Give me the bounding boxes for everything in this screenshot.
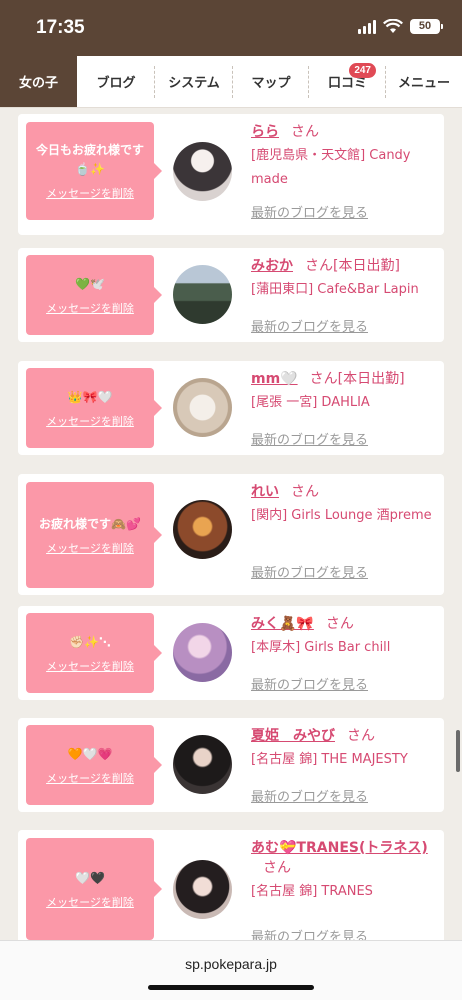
tab-menu[interactable]: メニュー — [386, 56, 462, 107]
girl-name-link[interactable]: みく🧸🎀 — [251, 616, 314, 632]
girl-info: あむ💝TRANES(トラネス) さん [名古屋 錦] TRANES — [251, 838, 439, 904]
list-item: 🤍🖤 メッセージを削除 あむ💝TRANES(トラネス) さん [名古屋 錦] TR… — [18, 830, 444, 940]
honorific: さん — [347, 728, 375, 744]
girl-name-link[interactable]: みおか — [251, 258, 293, 274]
work-status: [本日出勤] — [333, 258, 400, 274]
list-item: 💚🕊️ メッセージを削除 みおか さん[本日出勤] [蒲田東口] Cafe&Bar… — [18, 248, 444, 342]
shop-name: [鹿児島県・天文館] Candy made — [251, 148, 411, 187]
avatar[interactable] — [173, 265, 232, 324]
avatar[interactable] — [173, 735, 232, 794]
avatar[interactable] — [173, 142, 232, 201]
message-text: 💚🕊️ — [75, 276, 105, 291]
signal-icon — [358, 19, 376, 34]
list-item: 🧡🤍💗 メッセージを削除 夏姫 みやび さん [名古屋 錦] THE MAJEST… — [18, 718, 444, 812]
girl-info: みおか さん[本日出勤] [蒲田東口] Cafe&Bar Lapin — [251, 256, 439, 302]
latest-blog-link[interactable]: 最新のブログを見る — [251, 429, 368, 448]
work-status: [本日出勤] — [337, 371, 405, 387]
delete-message-link[interactable]: メッセージを削除 — [46, 185, 134, 201]
latest-blog-link[interactable]: 最新のブログを見る — [251, 202, 368, 221]
delete-message-link[interactable]: メッセージを削除 — [46, 894, 134, 910]
avatar[interactable] — [173, 500, 232, 559]
honorific: さん — [263, 860, 291, 876]
tab-system[interactable]: システム — [155, 56, 233, 107]
battery-icon: 50 — [410, 19, 443, 34]
url-text: sp.pokepara.jp — [185, 956, 277, 972]
nav-tabs: 女の子 ブログ システム マップ 口コミ 247 メニュー — [0, 56, 462, 108]
girl-name-link[interactable]: mm🤍 — [251, 371, 298, 387]
message-text: 👑🎀🤍 — [67, 389, 113, 404]
wifi-icon — [383, 19, 403, 33]
tab-girls[interactable]: 女の子 — [0, 56, 77, 107]
shop-name: [関内] Girls Lounge 酒preme — [251, 508, 432, 523]
honorific: さん — [305, 258, 333, 274]
avatar[interactable] — [173, 378, 232, 437]
latest-blog-link[interactable]: 最新のブログを見る — [251, 926, 368, 940]
shop-name: [名古屋 錦] TRANES — [251, 884, 373, 899]
message-bubble: 👑🎀🤍 メッセージを削除 — [26, 368, 162, 448]
honorific: さん — [309, 371, 338, 387]
latest-blog-link[interactable]: 最新のブログを見る — [251, 674, 368, 693]
avatar[interactable] — [173, 623, 232, 682]
reviews-count-badge: 247 — [349, 63, 376, 78]
girl-name-link[interactable]: れい — [251, 484, 279, 500]
girl-info: らら さん [鹿児島県・天文館] Candy made — [251, 122, 439, 192]
delete-message-link[interactable]: メッセージを削除 — [46, 540, 134, 556]
girl-name-link[interactable]: らら — [251, 124, 279, 140]
girl-name-link[interactable]: 夏姫 みやび — [251, 728, 335, 744]
latest-blog-link[interactable]: 最新のブログを見る — [251, 562, 368, 581]
delete-message-link[interactable]: メッセージを削除 — [46, 413, 134, 429]
delete-message-link[interactable]: メッセージを削除 — [46, 770, 134, 786]
girl-info: れい さん [関内] Girls Lounge 酒preme — [251, 482, 439, 528]
girl-list[interactable]: 今日もお疲れ様です🍵✨ メッセージを削除 らら さん [鹿児島県・天文館] Can… — [0, 108, 462, 940]
tab-label: マップ — [251, 76, 291, 91]
tab-label: メニュー — [397, 76, 450, 91]
tab-reviews[interactable]: 口コミ 247 — [309, 56, 386, 107]
message-bubble: 🧡🤍💗 メッセージを削除 — [26, 725, 162, 805]
list-item: 今日もお疲れ様です🍵✨ メッセージを削除 らら さん [鹿児島県・天文館] Can… — [18, 114, 444, 235]
browser-url-bar[interactable]: sp.pokepara.jp — [0, 940, 462, 1000]
tab-map[interactable]: マップ — [233, 56, 309, 107]
home-indicator[interactable] — [148, 985, 314, 990]
tab-label: 女の子 — [18, 76, 58, 91]
tab-blog[interactable]: ブログ — [77, 56, 155, 107]
girl-name-link[interactable]: あむ💝TRANES(トラネス) — [251, 840, 428, 856]
list-item: ✊🏻✨⋱ メッセージを削除 みく🧸🎀 さん [本厚木] Girls Bar chi… — [18, 606, 444, 700]
shop-name: [蒲田東口] Cafe&Bar Lapin — [251, 282, 419, 297]
avatar[interactable] — [173, 860, 232, 919]
tab-label: ブログ — [96, 76, 136, 91]
shop-name: [尾張 一宮] DAHLIA — [251, 395, 370, 410]
list-item: 👑🎀🤍 メッセージを削除 mm🤍 さん[本日出勤] [尾張 一宮] DAHLIA … — [18, 361, 444, 455]
message-text: 今日もお疲れ様です🍵✨ — [35, 143, 144, 176]
scrollbar-thumb[interactable] — [456, 730, 460, 772]
delete-message-link[interactable]: メッセージを削除 — [46, 658, 134, 674]
honorific: さん — [291, 124, 319, 140]
latest-blog-link[interactable]: 最新のブログを見る — [251, 786, 368, 805]
status-time: 17:35 — [36, 17, 85, 38]
shop-name: [名古屋 錦] THE MAJESTY — [251, 752, 408, 767]
status-bar: 17:35 50 — [0, 0, 462, 56]
message-bubble: お疲れ様です🙈💕 メッセージを削除 — [26, 482, 162, 588]
message-bubble: 今日もお疲れ様です🍵✨ メッセージを削除 — [26, 122, 162, 220]
message-bubble: 🤍🖤 メッセージを削除 — [26, 838, 162, 940]
girl-info: mm🤍 さん[本日出勤] [尾張 一宮] DAHLIA — [251, 369, 439, 415]
shop-name: [本厚木] Girls Bar chill — [251, 640, 391, 655]
message-bubble: ✊🏻✨⋱ メッセージを削除 — [26, 613, 162, 693]
girl-info: 夏姫 みやび さん [名古屋 錦] THE MAJESTY — [251, 726, 439, 772]
message-text: お疲れ様です🙈💕 — [39, 516, 141, 531]
honorific: さん — [325, 616, 354, 632]
list-item: お疲れ様です🙈💕 メッセージを削除 れい さん [関内] Girls Lounge… — [18, 474, 444, 595]
latest-blog-link[interactable]: 最新のブログを見る — [251, 316, 368, 335]
honorific: さん — [291, 484, 319, 500]
delete-message-link[interactable]: メッセージを削除 — [46, 300, 134, 316]
message-text: 🧡🤍💗 — [67, 746, 113, 761]
status-icons: 50 — [358, 19, 443, 34]
message-text: 🤍🖤 — [75, 870, 105, 885]
tab-label: システム — [168, 76, 220, 91]
message-bubble: 💚🕊️ メッセージを削除 — [26, 255, 162, 335]
message-text: ✊🏻✨⋱ — [69, 634, 111, 649]
girl-info: みく🧸🎀 さん [本厚木] Girls Bar chill — [251, 614, 439, 660]
